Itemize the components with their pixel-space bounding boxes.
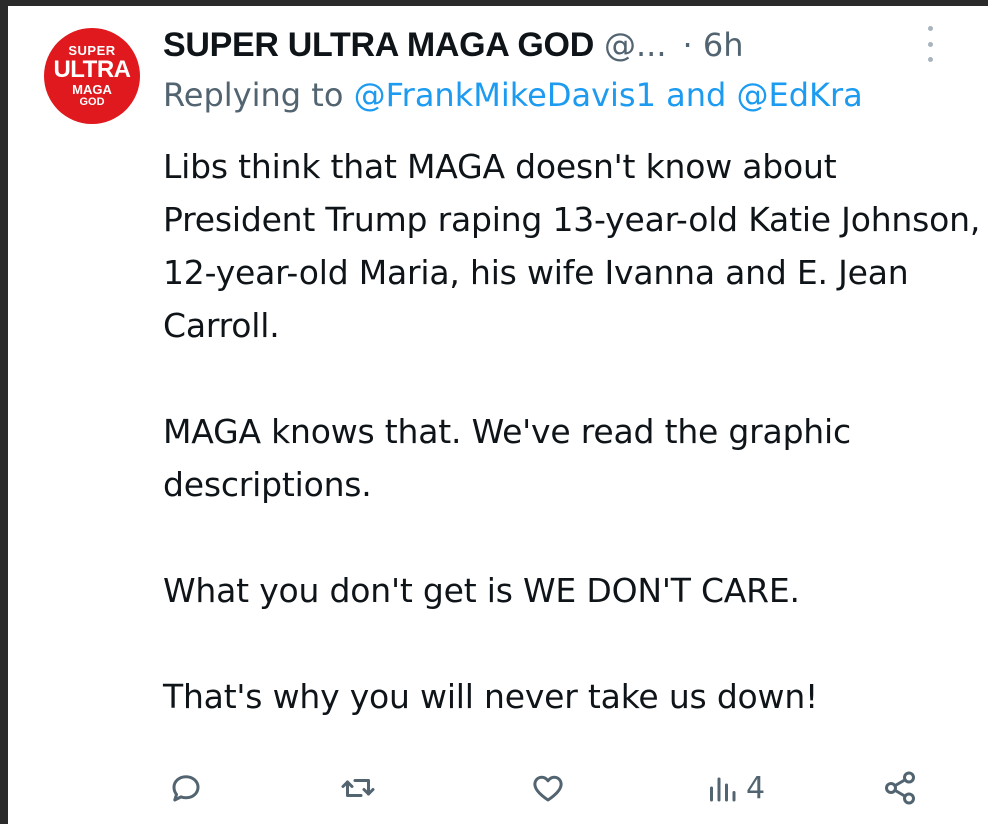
reply-user-link-1[interactable]: @FrankMikeDavis1	[354, 76, 656, 114]
avatar-text-god: GOD	[79, 96, 105, 108]
reply-user-link-2[interactable]: @EdKra	[736, 76, 862, 114]
tweet-header: SUPER ULTRA MAGA GOD @... · 6h	[163, 20, 988, 70]
share-icon	[885, 771, 915, 805]
views-count: 4	[746, 770, 766, 806]
share-button[interactable]	[882, 766, 918, 810]
action-bar: 4	[168, 766, 928, 810]
tweet-text: Libs think that MAGA doesn't know about …	[163, 140, 983, 723]
reply-and: and	[666, 76, 727, 114]
retweet-icon	[341, 779, 375, 797]
heart-icon	[533, 775, 563, 802]
user-handle[interactable]: @...	[604, 26, 667, 64]
timestamp[interactable]: · 6h	[682, 26, 743, 64]
like-button[interactable]	[530, 766, 566, 810]
display-name[interactable]: SUPER ULTRA MAGA GOD	[163, 26, 594, 65]
tweet-paragraph-3: What you don't get is WE DON'T CARE.	[163, 571, 800, 610]
avatar[interactable]: SUPER ULTRA MAGA GOD	[44, 28, 140, 124]
avatar-text-maga: MAGA	[72, 82, 112, 97]
replying-to: Replying to @FrankMikeDavis1 and @EdKra	[163, 76, 988, 114]
tweet-paragraph-4: That's why you will never take us down!	[163, 677, 819, 716]
tweet-paragraph-2: MAGA knows that. We've read the graphic …	[163, 412, 851, 504]
replying-to-label: Replying to	[163, 76, 344, 114]
more-options-icon[interactable]	[918, 26, 942, 62]
tweet-card[interactable]: SUPER ULTRA MAGA GOD SUPER ULTRA MAGA GO…	[8, 6, 988, 824]
reply-icon	[172, 775, 200, 802]
views-button[interactable]: 4	[704, 766, 765, 810]
reply-button[interactable]	[168, 766, 204, 810]
views-icon	[710, 777, 736, 802]
avatar-text-ultra: ULTRA	[53, 56, 131, 83]
tweet-paragraph-1: Libs think that MAGA doesn't know about …	[163, 147, 981, 345]
retweet-button[interactable]	[340, 766, 376, 810]
